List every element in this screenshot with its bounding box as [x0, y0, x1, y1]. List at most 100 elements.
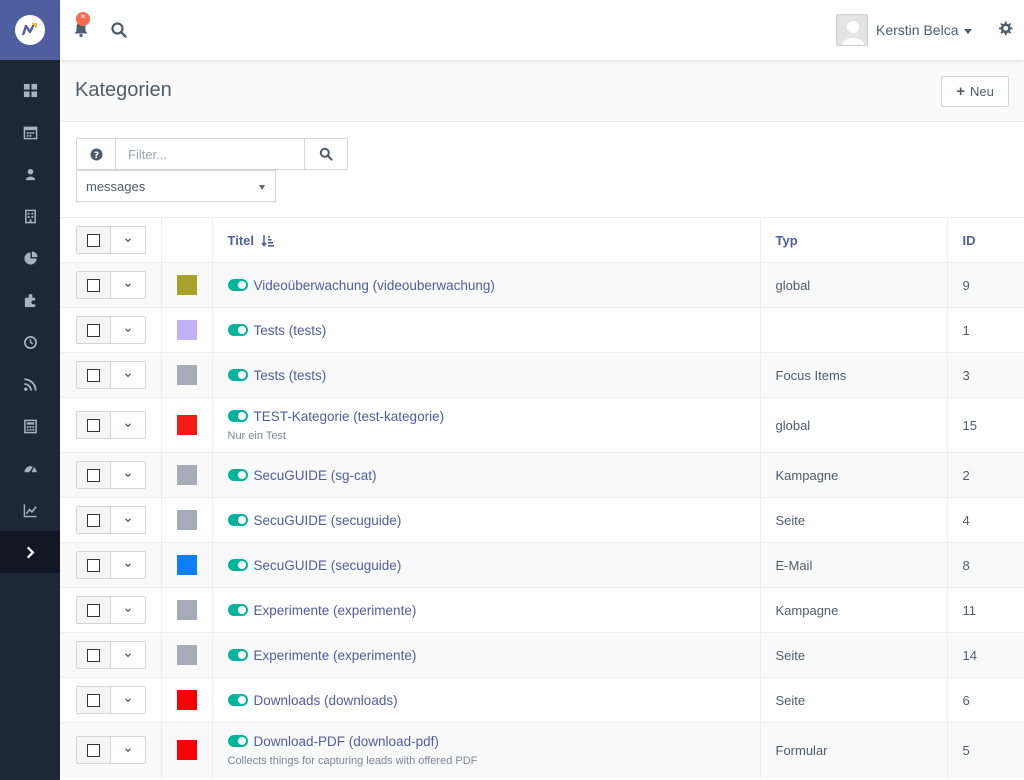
sidebar-item-channels[interactable]	[0, 363, 60, 405]
row-actions-dropdown[interactable]	[111, 361, 146, 389]
gear-icon[interactable]	[997, 21, 1013, 37]
segments-icon	[23, 250, 38, 265]
row-checkbox[interactable]	[76, 596, 111, 624]
row-actions-dropdown[interactable]	[111, 461, 146, 489]
row-checkbox[interactable]	[76, 686, 111, 714]
bulk-actions-dropdown[interactable]	[111, 226, 146, 254]
sidebar-item-campaigns[interactable]	[0, 321, 60, 363]
row-actions-dropdown[interactable]	[111, 596, 146, 624]
row-actions-dropdown[interactable]	[111, 551, 146, 579]
title-cell: SecuGUIDE (secuguide)	[212, 497, 761, 543]
row-select-cell	[60, 497, 162, 543]
id-column-header[interactable]: ID	[947, 217, 1024, 263]
filter-help-button[interactable]: ?	[76, 138, 115, 170]
new-button-label: Neu	[969, 84, 994, 99]
sidebar-item-dashboard[interactable]	[0, 69, 60, 111]
row-actions-dropdown[interactable]	[111, 736, 146, 765]
table-row: Experimente (experimente) Kampagne 11	[60, 587, 1024, 633]
category-link[interactable]: SecuGUIDE (secuguide)	[254, 558, 402, 573]
components-icon	[24, 293, 35, 307]
publish-toggle-icon[interactable]	[227, 469, 248, 481]
publish-toggle-icon[interactable]	[227, 694, 248, 706]
publish-toggle-icon[interactable]	[227, 559, 248, 571]
checkbox-box	[87, 368, 100, 382]
category-link[interactable]: SecuGUIDE (sg-cat)	[254, 468, 377, 483]
table-row: Videoüberwachung (videouberwachung) globa…	[60, 262, 1024, 308]
row-actions-dropdown[interactable]	[111, 641, 146, 669]
table-row: Experimente (experimente) Seite 14	[60, 632, 1024, 678]
category-link[interactable]: TEST-Kategorie (test-kategorie)	[254, 409, 445, 424]
publish-toggle-icon[interactable]	[227, 735, 248, 748]
expand-icon	[26, 546, 34, 558]
search-icon[interactable]	[110, 21, 128, 39]
chevron-down-icon	[125, 328, 131, 333]
row-actions-dropdown[interactable]	[111, 316, 146, 344]
bundle-select[interactable]: messages	[76, 170, 276, 202]
color-cell	[161, 677, 213, 723]
reports-icon	[23, 503, 37, 517]
chevron-down-icon[interactable]	[964, 29, 972, 34]
page-title: Kategorien	[75, 79, 172, 101]
table-row: SecuGUIDE (sg-cat) Kampagne 2	[60, 452, 1024, 498]
sidebar-item-calendar[interactable]	[0, 111, 60, 153]
avatar[interactable]	[836, 14, 868, 46]
select-all-checkbox[interactable]	[76, 226, 111, 254]
type-column-header[interactable]: Typ	[760, 217, 948, 263]
publish-toggle-icon[interactable]	[227, 410, 248, 422]
type-cell	[760, 307, 948, 353]
filter-search-button[interactable]	[305, 138, 348, 170]
color-swatch	[176, 415, 197, 435]
new-category-button[interactable]: + Neu	[941, 76, 1009, 107]
publish-toggle-icon[interactable]	[227, 369, 248, 381]
id-cell: 14	[947, 632, 1024, 678]
select-all-cell	[60, 217, 162, 263]
category-link[interactable]: Experimente (experimente)	[254, 603, 417, 618]
sidebar-item-stages[interactable]	[0, 447, 60, 489]
category-link[interactable]: Experimente (experimente)	[254, 648, 417, 663]
publish-toggle-icon[interactable]	[227, 649, 248, 661]
sidebar-item-components[interactable]	[0, 279, 60, 321]
mautic-logo[interactable]	[0, 0, 60, 60]
publish-toggle-icon[interactable]	[227, 324, 248, 336]
filter-input[interactable]	[115, 138, 305, 170]
checkbox-box	[87, 418, 100, 432]
sidebar-item-reports[interactable]	[0, 489, 60, 531]
row-checkbox[interactable]	[76, 641, 111, 669]
row-checkbox[interactable]	[76, 271, 111, 299]
row-actions-dropdown[interactable]	[111, 411, 146, 439]
category-link[interactable]: SecuGUIDE (secuguide)	[254, 513, 402, 528]
category-link[interactable]: Tests (tests)	[254, 323, 327, 338]
publish-toggle-icon[interactable]	[227, 279, 248, 291]
row-checkbox[interactable]	[76, 506, 111, 534]
row-checkbox[interactable]	[76, 736, 111, 765]
title-cell: Tests (tests)	[212, 352, 761, 398]
chevron-down-icon	[125, 608, 131, 613]
category-link[interactable]: Tests (tests)	[254, 368, 327, 383]
bundle-select-value: messages	[86, 178, 146, 194]
table-row: Downloads (downloads) Seite 6	[60, 677, 1024, 723]
type-cell: global	[760, 397, 948, 453]
category-link[interactable]: Videoüberwachung (videouberwachung)	[254, 278, 495, 293]
title-column-header[interactable]: Titel	[212, 217, 761, 263]
sidebar-item-expand[interactable]	[0, 531, 60, 573]
row-actions-dropdown[interactable]	[111, 506, 146, 534]
category-link[interactable]: Download-PDF (download-pdf)	[254, 734, 439, 749]
sidebar-item-segments[interactable]	[0, 237, 60, 279]
row-checkbox[interactable]	[76, 316, 111, 344]
sidebar	[0, 0, 60, 780]
category-link[interactable]: Downloads (downloads)	[254, 693, 398, 708]
publish-toggle-icon[interactable]	[227, 604, 248, 616]
color-cell	[161, 307, 213, 353]
sidebar-item-contacts[interactable]	[0, 153, 60, 195]
page-header: Kategorien + Neu	[60, 60, 1024, 122]
user-name[interactable]: Kerstin Belca	[876, 22, 958, 38]
row-checkbox[interactable]	[76, 551, 111, 579]
sidebar-item-companies[interactable]	[0, 195, 60, 237]
sidebar-item-points[interactable]	[0, 405, 60, 447]
row-actions-dropdown[interactable]	[111, 686, 146, 714]
row-checkbox[interactable]	[76, 411, 111, 439]
row-checkbox[interactable]	[76, 461, 111, 489]
row-checkbox[interactable]	[76, 361, 111, 389]
publish-toggle-icon[interactable]	[227, 514, 248, 526]
row-actions-dropdown[interactable]	[111, 271, 146, 299]
